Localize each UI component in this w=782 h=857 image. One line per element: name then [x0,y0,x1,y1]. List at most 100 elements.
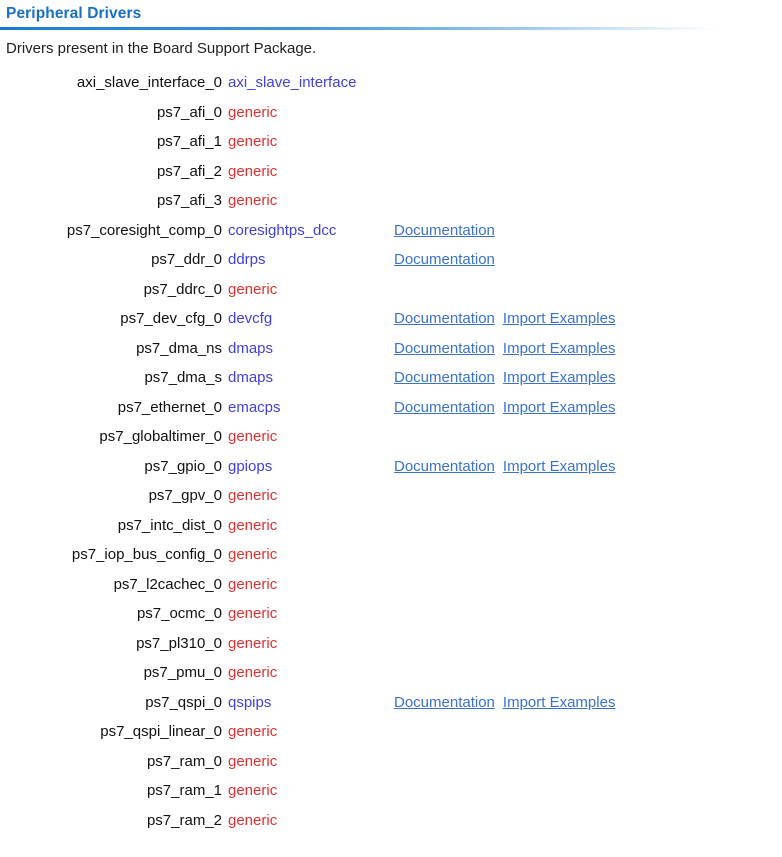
documentation-link[interactable]: Documentation [394,452,495,482]
driver-instance-name: ps7_ethernet_0 [117,398,222,416]
driver-instance-name: ps7_dev_cfg_0 [120,310,222,327]
import-examples-link[interactable]: Import Examples [503,363,616,393]
driver-name: generic [228,428,278,445]
table-row: ps7_afi_1 generic [0,127,782,157]
driver-name: generic [228,752,278,770]
driver-name: qspips [228,693,272,711]
documentation-link[interactable]: Documentation [394,304,495,334]
documentation-link[interactable]: Documentation [394,688,495,718]
table-row: axi_slave_interface_0 axi_slave_interface [0,68,782,98]
driver-instance-name: ps7_pmu_0 [143,664,222,681]
driver-links-cell: Documentation Import Examples [394,304,782,334]
driver-links-cell [394,570,782,600]
table-row: ps7_gpio_0 gpiops Documentation Import Exam… [0,452,782,482]
import-examples-link[interactable]: Import Examples [503,452,616,482]
driver-name: emacps [228,398,281,416]
peripheral-drivers-table: axi_slave_interface_0 axi_slave_interface… [0,68,782,835]
driver-name: gpiops [228,457,273,475]
driver-name: dmaps [228,339,274,357]
table-row: ps7_dma_ns dmaps Documentation Import Examp… [0,334,782,364]
driver-links-cell: Documentation [394,216,782,246]
table-row: ps7_dma_s dmaps Documentation Import Exampl… [0,363,782,393]
driver-links-cell: Documentation Import Examples [394,334,782,364]
import-examples-link[interactable]: Import Examples [503,304,616,334]
driver-links-cell [394,717,782,747]
driver-instance-name: ps7_ocmc_0 [136,605,222,622]
table-row: ps7_ocmc_0 generic [0,599,782,629]
driver-name: generic [228,103,278,121]
page-title: Peripheral Drivers [6,5,142,22]
driver-name: generic [228,634,278,652]
driver-name: coresightps_dcc [228,221,337,239]
table-row: ps7_qspi_linear_0 generic [0,717,782,747]
table-row: ps7_ddrc_0 generic [0,275,782,305]
driver-instance-name: ps7_iop_bus_config_0 [71,546,222,563]
page-description: Drivers present in the Board Support Pac… [6,40,317,57]
driver-instance-name: ps7_qspi_0 [145,693,222,711]
table-row: ps7_dev_cfg_0 devcfg Documentation Import E… [0,304,782,334]
driver-name: generic [228,782,278,799]
driver-name: axi_slave_interface [228,74,357,91]
driver-instance-name: ps7_dma_s [144,369,222,386]
table-row: ps7_iop_bus_config_0 generic [0,540,782,570]
driver-instance-name: ps7_afi_0 [156,103,222,121]
driver-name: generic [228,546,278,563]
import-examples-link[interactable]: Import Examples [503,393,616,423]
table-row: ps7_ram_1 generic [0,776,782,806]
driver-instance-name: ps7_dma_ns [136,339,222,357]
driver-name: generic [228,162,278,180]
driver-name: generic [228,664,278,681]
driver-name: dmaps [228,369,274,386]
driver-instance-name: ps7_ddr_0 [151,251,222,268]
driver-links-cell: Documentation Import Examples [394,452,782,482]
driver-links-cell [394,747,782,777]
table-row: ps7_afi_0 generic [0,98,782,128]
import-examples-link[interactable]: Import Examples [503,334,616,364]
driver-instance-name: ps7_ram_0 [146,752,222,770]
driver-instance-name: axi_slave_interface_0 [76,74,222,91]
table-row: ps7_ram_2 generic [0,806,782,836]
driver-name: generic [228,133,278,150]
table-row: ps7_coresight_comp_0 coresightps_dcc Docum… [0,216,782,246]
driver-name: generic [228,811,278,829]
driver-instance-name: ps7_coresight_comp_0 [66,221,222,239]
driver-name: generic [228,280,278,298]
driver-links-cell [394,157,782,187]
documentation-link[interactable]: Documentation [394,363,495,393]
driver-instance-name: ps7_qspi_linear_0 [100,723,222,740]
driver-links-cell [394,481,782,511]
driver-links-cell: Documentation Import Examples [394,393,782,423]
driver-links-cell [394,806,782,836]
documentation-link[interactable]: Documentation [394,245,495,275]
driver-name: generic [228,723,278,740]
table-row: ps7_pl310_0 generic [0,629,782,659]
import-examples-link[interactable]: Import Examples [503,688,616,718]
driver-instance-name: ps7_gpio_0 [144,457,222,475]
documentation-link[interactable]: Documentation [394,334,495,364]
documentation-link[interactable]: Documentation [394,393,495,423]
driver-links-cell [394,511,782,541]
driver-name: generic [228,575,278,593]
driver-links-cell [394,776,782,806]
driver-instance-name: ps7_gpv_0 [148,487,222,504]
driver-instance-name: ps7_pl310_0 [136,634,222,652]
driver-links-cell: Documentation Import Examples [394,363,782,393]
driver-links-cell [394,540,782,570]
driver-links-cell [394,186,782,216]
table-row: ps7_intc_dist_0 generic [0,511,782,541]
driver-links-cell: Documentation Import Examples [394,688,782,718]
driver-name: generic [228,487,278,504]
documentation-link[interactable]: Documentation [394,216,495,246]
table-row: ps7_afi_3 generic [0,186,782,216]
table-row: ps7_ethernet_0 emacps Documentation Import … [0,393,782,423]
driver-name: generic [228,516,278,534]
table-row: ps7_l2cachec_0 generic [0,570,782,600]
table-row: ps7_globaltimer_0 generic [0,422,782,452]
table-row: ps7_ddr_0 ddrps Documentation [0,245,782,275]
driver-name: ddrps [228,251,266,268]
driver-name: generic [228,192,278,209]
table-row: ps7_gpv_0 generic [0,481,782,511]
driver-links-cell [394,98,782,128]
driver-instance-name: ps7_globaltimer_0 [99,428,222,445]
table-row: ps7_qspi_0 qspips Documentation Import Exam… [0,688,782,718]
